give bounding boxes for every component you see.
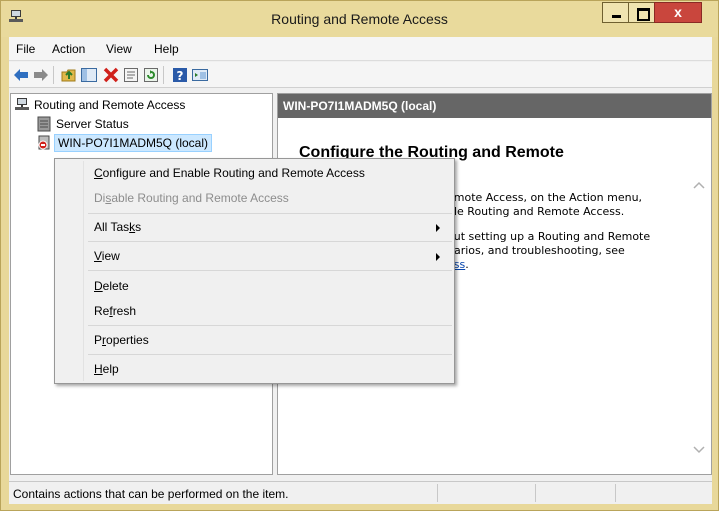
console-tree-icon[interactable] [191, 66, 209, 84]
details-text-line: out setting up a Routing and Remote [447, 230, 651, 243]
tree-item-label: Server Status [56, 117, 129, 131]
menu-separator [88, 325, 452, 326]
submenu-arrow-icon [436, 224, 440, 232]
close-icon: x [674, 4, 682, 20]
menu-item-all-tasks[interactable]: All Tasks [57, 216, 452, 238]
menu-item-label: View [94, 249, 120, 263]
link-suffix: . [465, 258, 469, 271]
menu-item-view[interactable]: View [57, 245, 452, 267]
tree-root-label: Routing and Remote Access [34, 98, 186, 112]
status-text: Contains actions that can be performed o… [13, 487, 289, 501]
toolbar-separator [53, 66, 54, 84]
tree-item-server-status[interactable]: Server Status [36, 115, 266, 133]
menu-item-refresh[interactable]: Refresh [57, 300, 452, 322]
minimize-button[interactable] [602, 2, 629, 23]
status-divider [535, 484, 536, 502]
status-bar: Contains actions that can be performed o… [9, 481, 712, 503]
scroll-down-chevron-icon[interactable] [693, 443, 705, 455]
tree-item-label: WIN-PO7I1MADM5Q (local) [54, 134, 213, 152]
menu-separator [88, 213, 452, 214]
tree-item-root[interactable]: Routing and Remote Access [14, 96, 264, 114]
context-menu: Configure and Enable Routing and Remote … [54, 158, 455, 384]
scroll-up-chevron-icon[interactable] [693, 180, 705, 192]
submenu-arrow-icon [436, 253, 440, 261]
toolbar-separator [163, 66, 164, 84]
status-divider [437, 484, 438, 502]
close-button[interactable]: x [654, 2, 702, 23]
menu-item-properties[interactable]: Properties [57, 329, 452, 351]
menu-item-label: All Tasks [94, 220, 142, 234]
menu-item-configure-enable[interactable]: Configure and Enable Routing and Remote … [57, 162, 452, 184]
back-arrow-icon[interactable] [12, 66, 30, 84]
help-icon[interactable]: ? [171, 66, 189, 84]
menu-item-help[interactable]: Help [57, 358, 452, 380]
details-text-line: emote Access, on the Action menu, [447, 191, 643, 204]
menu-help[interactable]: Help [154, 42, 179, 56]
routing-app-icon [15, 98, 29, 110]
status-divider [615, 484, 616, 502]
details-header: WIN-PO7I1MADM5Q (local) [278, 94, 711, 118]
menu-bar: File Action View Help [9, 37, 712, 61]
details-text-line: narios, and troubleshooting, see [447, 244, 625, 257]
show-hide-tree-icon[interactable] [80, 66, 98, 84]
svg-text:?: ? [177, 69, 184, 83]
menu-item-label: Disable Routing and Remote Access [94, 191, 289, 205]
menu-separator [88, 354, 452, 355]
tree-item-server[interactable]: WIN-PO7I1MADM5Q (local) [36, 134, 266, 152]
maximize-button[interactable] [628, 2, 655, 23]
menu-item-label: Refresh [94, 304, 137, 318]
up-folder-icon[interactable] [60, 66, 78, 84]
toolbar: ? [9, 62, 712, 88]
forward-arrow-icon[interactable] [32, 66, 50, 84]
menu-item-disable: Disable Routing and Remote Access [57, 187, 452, 209]
menu-item-label: Help [94, 362, 119, 376]
menu-separator [88, 270, 452, 271]
title-bar[interactable]: Routing and Remote Access x [1, 1, 718, 37]
delete-icon[interactable] [102, 66, 120, 84]
properties-icon[interactable] [122, 66, 140, 84]
menu-item-label: Properties [94, 333, 149, 347]
menu-separator [88, 241, 452, 242]
menu-item-label: Delete [94, 279, 129, 293]
app-window: Routing and Remote Access x File Action … [0, 0, 719, 511]
server-stopped-icon [38, 135, 50, 150]
menu-item-delete[interactable]: Delete [57, 275, 452, 297]
menu-item-label: Configure and Enable Routing and Remote … [94, 166, 365, 180]
menu-view[interactable]: View [106, 42, 132, 56]
refresh-icon[interactable] [142, 66, 160, 84]
menu-action[interactable]: Action [52, 42, 85, 56]
server-status-icon [37, 116, 51, 132]
menu-file[interactable]: File [16, 42, 35, 56]
details-text-line: ble Routing and Remote Access. [447, 205, 625, 218]
